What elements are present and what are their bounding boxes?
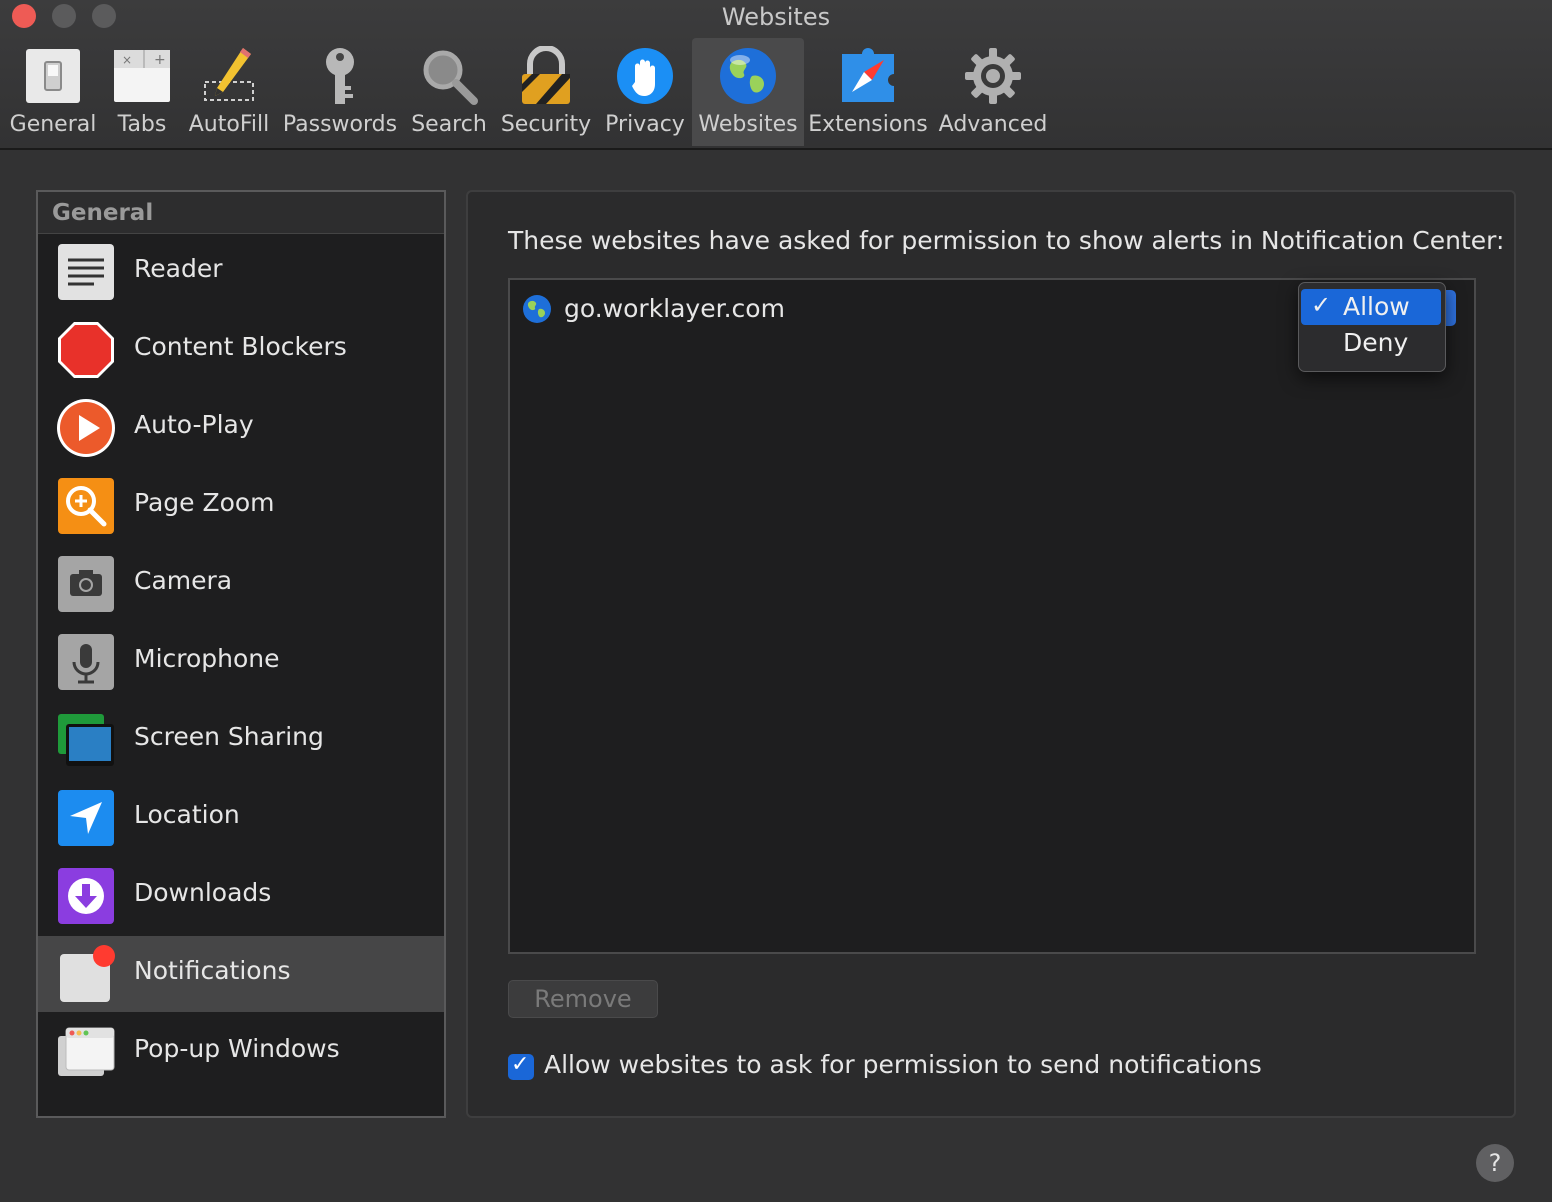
sidebar-item-content-blockers[interactable]: Content Blockers [38,312,444,388]
sidebar-item-auto-play[interactable]: Auto-Play [38,390,444,466]
website-list[interactable]: go.worklayer.com ✓ Allow Deny [508,278,1476,954]
panel-description: These websites have asked for permission… [508,226,1505,255]
gear-icon [965,48,1021,104]
microphone-icon [58,634,114,690]
sidebar-item-popup-windows[interactable]: Pop-up Windows [38,1014,444,1090]
tab-passwords[interactable]: Passwords [278,38,402,146]
popup-window-icon [58,1027,115,1076]
sidebar-item-screen-sharing[interactable]: Screen Sharing [38,702,444,778]
tab-general[interactable]: General [6,38,100,146]
allow-ask-label: Allow websites to ask for permission to … [544,1050,1262,1079]
play-icon [57,399,115,457]
menu-option-deny[interactable]: Deny [1301,325,1441,361]
svg-text:+: + [154,52,166,68]
reader-icon [58,244,114,300]
svg-text:×: × [122,53,132,67]
sidebar-item-microphone[interactable]: Microphone [38,624,444,700]
site-domain: go.worklayer.com [564,294,785,323]
remove-button[interactable]: Remove [508,980,658,1018]
tab-extensions[interactable]: Extensions [806,38,930,146]
menu-option-allow[interactable]: ✓ Allow [1301,289,1441,325]
permission-dropdown-menu[interactable]: ✓ Allow Deny [1298,282,1446,372]
screen-sharing-icon [58,714,114,766]
tabs-icon: × + [114,50,170,102]
allow-ask-checkbox[interactable]: ✓ [508,1052,534,1080]
puzzle-compass-icon [842,48,894,102]
tab-search[interactable]: Search [406,38,492,146]
sidebar-item-reader[interactable]: Reader [38,234,444,310]
list-item[interactable]: go.worklayer.com ✓ Allow Deny [510,280,1474,372]
sidebar: General Reader Content Blockers Auto-Pla… [36,190,446,1118]
checkmark-icon: ✓ [511,1052,530,1077]
switch-icon [26,49,80,103]
sidebar-item-downloads[interactable]: Downloads [38,858,444,934]
help-button[interactable]: ? [1476,1144,1514,1182]
sidebar-item-notifications[interactable]: Notifications [38,936,444,1012]
key-icon [326,48,354,104]
location-arrow-icon [58,790,114,846]
window-title: Websites [721,3,831,31]
tab-security[interactable]: Security [496,38,596,146]
camera-icon [58,556,114,612]
globe-icon [523,295,551,323]
tab-privacy[interactable]: Privacy [598,38,692,146]
tab-tabs[interactable]: × + Tabs [102,38,182,146]
padlock-icon [522,46,570,104]
globe-icon [720,48,776,104]
tab-autofill[interactable]: AutoFill [184,38,274,146]
tab-advanced[interactable]: Advanced [934,38,1052,146]
sidebar-item-camera[interactable]: Camera [38,546,444,622]
sidebar-header: General [38,192,444,234]
hand-icon [617,48,673,104]
pencil-icon [204,48,254,101]
checkmark-icon: ✓ [1311,291,1332,319]
notifications-panel: These websites have asked for permission… [466,190,1516,1118]
zoom-icon [58,478,114,534]
download-icon [58,868,114,924]
stop-sign-icon [58,322,114,378]
titlebar: Websites General × + Tabs AutoFill Passw… [0,0,1552,150]
magnifier-icon [423,50,478,105]
tab-websites[interactable]: Websites [692,38,804,146]
sidebar-item-page-zoom[interactable]: Page Zoom [38,468,444,544]
notification-icon [60,945,115,1002]
sidebar-item-location[interactable]: Location [38,780,444,856]
